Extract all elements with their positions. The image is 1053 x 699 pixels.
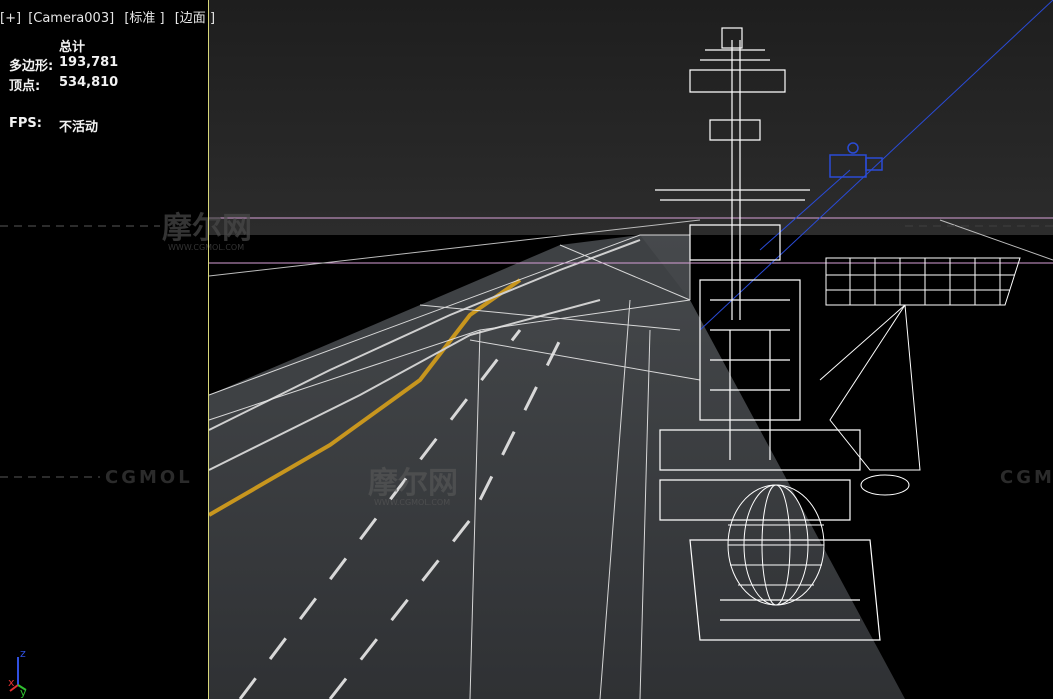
watermark-cn-top: 摩尔网 xyxy=(162,211,252,246)
polygons-value: 193,781 xyxy=(59,55,119,70)
fps-label: FPS: xyxy=(9,116,42,131)
viewport-scene[interactable]: 摩尔网 WWW.CGMOL.COM 摩尔网 WWW.CGMOL.COM CGMO… xyxy=(0,0,1053,699)
axis-gizmo: z x y xyxy=(8,647,27,699)
x-axis-label: x xyxy=(8,676,15,689)
watermark-url-top: WWW.CGMOL.COM xyxy=(168,243,244,252)
polygons-label: 多边形: xyxy=(9,59,54,74)
y-axis-label: y xyxy=(20,686,27,699)
vertices-value: 534,810 xyxy=(59,75,119,90)
watermark-en-right: CGMOL xyxy=(1000,467,1053,488)
vertices-label: 顶点: xyxy=(9,79,41,94)
viewport-camera-menu[interactable]: [Camera003] xyxy=(28,11,114,26)
watermark-url-center: WWW.CGMOL.COM xyxy=(374,498,450,507)
viewport-shading-menu[interactable]: [标准 ] xyxy=(124,11,164,26)
viewport-border xyxy=(208,0,209,699)
stats-header: 总计 xyxy=(59,40,86,55)
viewport-plus-menu[interactable]: [+] xyxy=(0,11,21,26)
z-axis-label: z xyxy=(20,647,26,660)
viewport-label-menu[interactable]: [+] [Camera003] [标准 ] [边面 ] xyxy=(0,7,218,26)
fps-value: 不活动 xyxy=(59,120,99,135)
watermark-cn-center: 摩尔网 xyxy=(368,466,458,501)
viewport-edges-menu[interactable]: [边面 ] xyxy=(175,11,215,26)
sky-background xyxy=(209,0,1053,235)
watermark-en-left: CGMOL xyxy=(105,467,193,488)
radar-array-wireframe xyxy=(819,257,1021,496)
